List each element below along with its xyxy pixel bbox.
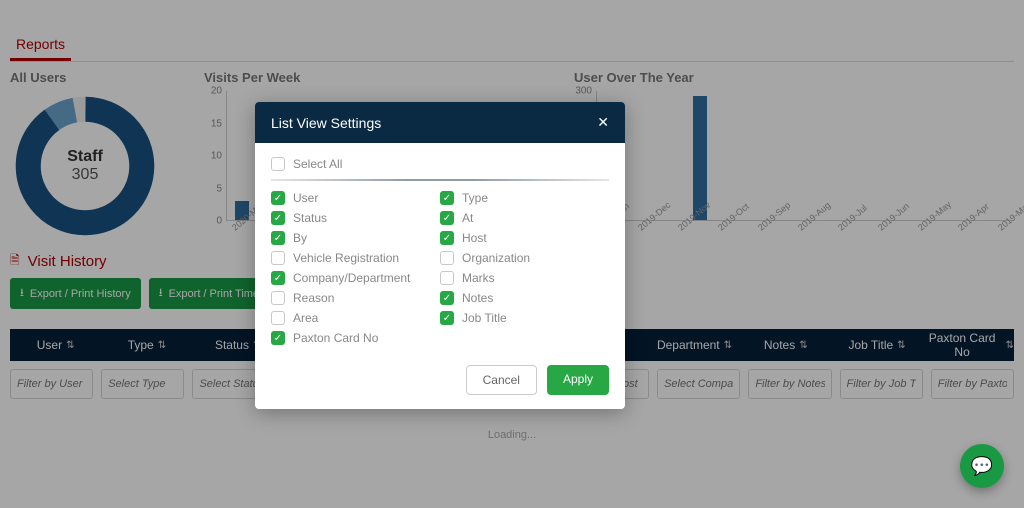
checkbox-host[interactable]: ✓Host bbox=[440, 231, 609, 245]
checkbox-at[interactable]: ✓At bbox=[440, 211, 609, 225]
cancel-button[interactable]: Cancel bbox=[466, 365, 537, 395]
checkbox-job-title[interactable]: ✓Job Title bbox=[440, 311, 609, 325]
checkbox-select-all[interactable]: Select All bbox=[271, 157, 609, 171]
list-view-settings-modal: List View Settings ✕ Select All ✓User ✓St… bbox=[255, 102, 625, 409]
checkbox-marks[interactable]: Marks bbox=[440, 271, 609, 285]
checkbox-vehicle-registration[interactable]: Vehicle Registration bbox=[271, 251, 440, 265]
checkbox-user[interactable]: ✓User bbox=[271, 191, 440, 205]
chat-icon: 💬 bbox=[971, 456, 993, 477]
checkbox-type[interactable]: ✓Type bbox=[440, 191, 609, 205]
checkbox-area[interactable]: Area bbox=[271, 311, 440, 325]
checkbox-organization[interactable]: Organization bbox=[440, 251, 609, 265]
apply-button[interactable]: Apply bbox=[547, 365, 609, 395]
checkbox-notes[interactable]: ✓Notes bbox=[440, 291, 609, 305]
checkbox-by[interactable]: ✓By bbox=[271, 231, 440, 245]
close-icon[interactable]: ✕ bbox=[597, 114, 609, 131]
checkbox-status[interactable]: ✓Status bbox=[271, 211, 440, 225]
checkbox-paxton-card-no[interactable]: ✓Paxton Card No bbox=[271, 331, 440, 345]
checkbox-reason[interactable]: Reason bbox=[271, 291, 440, 305]
chat-fab[interactable]: 💬 bbox=[960, 444, 1004, 488]
divider bbox=[271, 179, 609, 181]
modal-title: List View Settings bbox=[271, 115, 381, 131]
checkbox-company-department[interactable]: ✓Company/Department bbox=[271, 271, 440, 285]
